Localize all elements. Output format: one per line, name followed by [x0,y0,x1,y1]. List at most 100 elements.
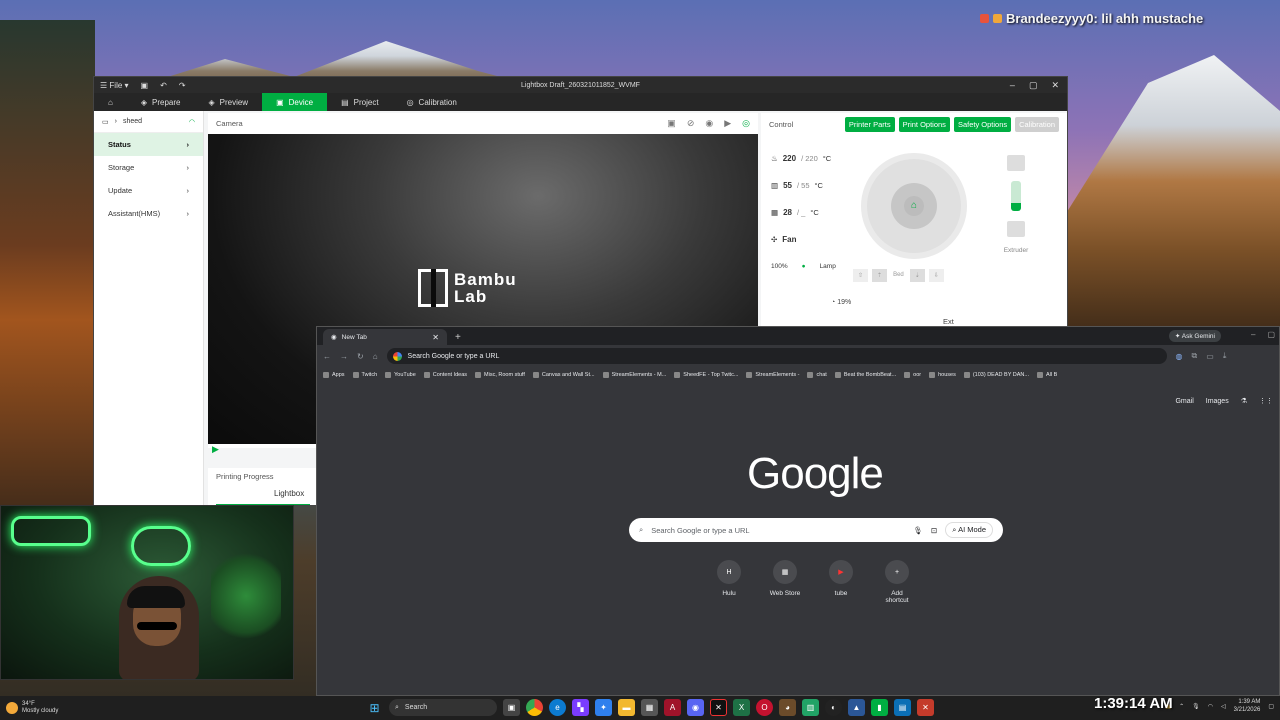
copilot-icon[interactable]: ✦ [595,699,612,716]
sidebar-icon[interactable]: ▭ [1206,352,1214,361]
speed-row[interactable]: ◔ 19% [831,299,851,306]
timelapse-icon[interactable]: ⊘ [687,118,695,129]
print-options-button[interactable]: Print Options [898,116,950,132]
ask-gemini-button[interactable]: ✦ Ask Gemini [1168,330,1221,342]
weather-widget[interactable]: 34°F Mostly cloudy [0,701,58,715]
close-tab-icon[interactable]: ✕ [432,333,439,342]
bookmark-item[interactable]: StreamElements - M... [602,372,666,378]
mic-icon[interactable]: 🎙 [1192,703,1200,710]
notepad-icon[interactable]: ▤ [894,699,911,716]
minimize-icon[interactable]: – [1251,330,1255,339]
sidebar-item-update[interactable]: Update › [94,179,203,202]
back-icon[interactable]: ← [323,352,331,361]
bookmark-item[interactable]: Canvas and Wall St... [532,372,595,378]
fan-value[interactable]: 100% [771,263,788,270]
camera-settings-icon[interactable]: ◎ [742,118,750,129]
tab-project[interactable]: ▤ Project [327,93,392,111]
obs-icon[interactable]: ◐ [825,699,842,716]
new-tab-icon[interactable]: + [455,332,461,343]
bookmark-item[interactable]: oor [904,372,921,378]
lamp-icon[interactable]: ● [802,263,806,270]
sidebar-item-storage[interactable]: Storage › [94,156,203,179]
bed-down-10-button[interactable]: ⇩ [928,269,944,282]
extrude-up-button[interactable] [1007,155,1025,171]
bookmark-item[interactable]: StreamElements - [746,372,799,378]
fan-row[interactable]: ✣ Fan [771,226,841,253]
shortcut-add[interactable]: + Add shortcut [881,560,913,604]
pet-icon[interactable]: ◕ [779,699,796,716]
tab-preview[interactable]: ◈ Preview [194,93,262,111]
bookmark-item[interactable]: Beat the BombBeat... [834,372,896,378]
video-icon[interactable]: ▶ [724,118,731,129]
bambu-taskbar-icon[interactable]: ▮ [871,699,888,716]
reload-icon[interactable]: ↻ [357,352,364,361]
maximize-icon[interactable]: ▢ [1267,330,1275,339]
bookmark-item[interactable]: (103) DEAD BY DAN... [963,372,1029,378]
bookmark-item[interactable]: Content Ideas [423,372,467,378]
chrome-taskbar-icon[interactable] [526,699,543,716]
extensions-icon[interactable]: ⧉ [1192,351,1198,361]
shortcut-web-store[interactable]: ▦ Web Store [769,560,801,604]
bed-up-1-button[interactable]: ⇡ [872,269,888,282]
taskbar-search[interactable]: ⌕ Search [389,699,497,716]
bookmark-item[interactable]: All B [1036,372,1057,378]
apps-grid-icon[interactable]: ⋮⋮ [1259,397,1273,405]
record-icon[interactable]: ◉ [705,118,713,129]
tab-calibration[interactable]: ◎ Calibration [393,93,471,111]
volume-icon[interactable]: ◁ [1221,703,1226,710]
bed-temp[interactable]: ▥ 55 / 55 °C [771,172,841,199]
forward-icon[interactable]: → [340,352,348,361]
adobe-icon[interactable]: A [664,699,681,716]
app-icon[interactable]: ✕ [917,699,934,716]
sidebar-item-status[interactable]: Status › [94,133,203,156]
excel-icon[interactable]: X [733,699,750,716]
device-selector[interactable]: ▭ › sheed ◠ [94,111,203,133]
nozzle-temp[interactable]: ♨ 220 / 220 °C [771,145,841,172]
gmail-link[interactable]: Gmail [1175,398,1193,405]
discord-icon[interactable]: ◉ [687,699,704,716]
printer-parts-button[interactable]: Printer Parts [844,116,895,132]
bookmark-item[interactable]: Misc, Room stuff [475,372,525,378]
minimize-icon[interactable]: – [1010,80,1015,91]
capcut-icon[interactable]: ✕ [710,699,727,716]
tab-new-tab[interactable]: ◉ New Tab ✕ [323,329,447,345]
safety-options-button[interactable]: Safety Options [953,116,1012,132]
task-view-icon[interactable]: ▣ [503,699,520,716]
bookmark-item[interactable]: Twitch [352,372,377,378]
photos-icon[interactable]: ▲ [848,699,865,716]
calibration-button[interactable]: Calibration [1015,116,1059,132]
file-explorer-icon[interactable]: ▬ [618,699,635,716]
mic-icon[interactable]: 🎙 [913,526,923,535]
snapshot-icon[interactable]: ▣ [667,118,676,129]
opera-icon[interactable]: O [756,699,773,716]
images-link[interactable]: Images [1206,398,1229,405]
listen-icon[interactable]: ◍ [1176,352,1183,361]
store-icon[interactable]: ▦ [641,699,658,716]
notifications-icon[interactable]: ▢ [1268,703,1274,710]
ai-mode-button[interactable]: ⌕ AI Mode [945,522,993,538]
download-icon[interactable]: ⤓ [1223,351,1227,361]
home-icon[interactable]: ⌂ [94,93,127,111]
bookmark-item[interactable]: houses [929,372,956,378]
shortcut-hulu[interactable]: H Hulu [713,560,745,604]
tab-device[interactable]: ▣ Device [262,93,328,111]
google-search-box[interactable]: ⌕ Search Google or type a URL 🎙 ⊡ ⌕ AI M… [629,518,1003,542]
labs-icon[interactable]: ⚗ [1241,397,1247,405]
joystick-inner[interactable]: ⌂ [891,183,937,229]
twitch-icon[interactable]: ▚ [572,699,589,716]
sidebar-item-assistant[interactable]: Assistant(HMS) › [94,202,203,225]
bookmark-item[interactable]: chat [807,372,827,378]
close-icon[interactable]: ✕ [1051,80,1059,91]
chevron-up-icon[interactable]: ⌃ [1179,703,1184,710]
extrude-down-button[interactable] [1007,221,1025,237]
shortcut-youtube[interactable]: ▶ tube [825,560,857,604]
tab-prepare[interactable]: ◈ Prepare [127,93,195,111]
maximize-icon[interactable]: ▢ [1029,80,1038,91]
bed-up-10-button[interactable]: ⇧ [853,269,869,282]
chamber-temp[interactable]: ▦ 28 / _ °C [771,199,841,226]
wifi-icon[interactable]: ◠ [1208,703,1213,710]
address-bar[interactable]: Search Google or type a URL [386,348,1167,364]
lens-icon[interactable]: ⊡ [931,526,937,535]
play-icon[interactable]: ▶ [212,444,219,455]
clock[interactable]: 1:39 AM 3/21/2026 [1234,698,1261,714]
